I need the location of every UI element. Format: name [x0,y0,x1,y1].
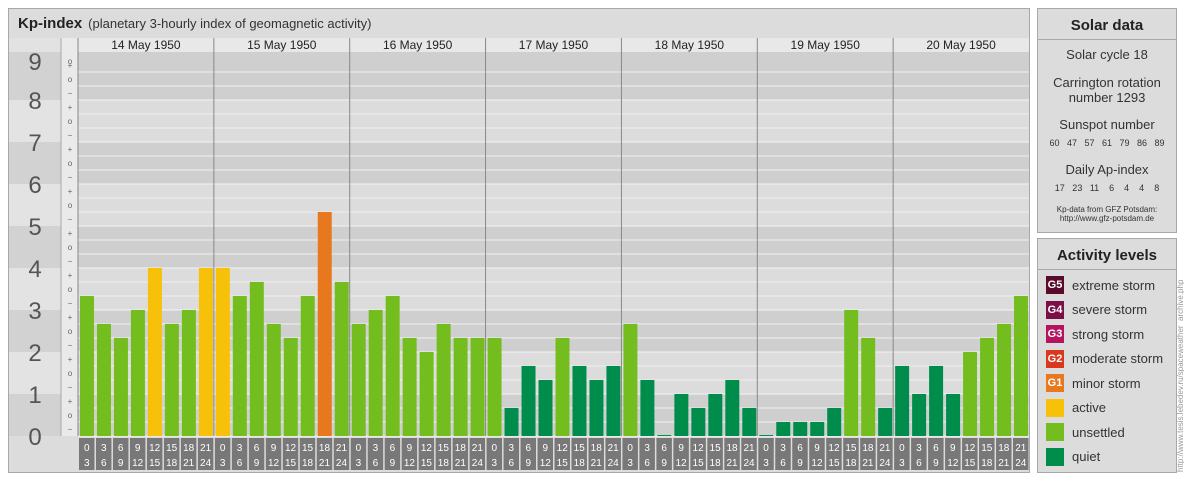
ap-index-values: 17 23 11 6 4 4 8 [1054,183,1160,193]
solar-cycle: Solar cycle 18 [1066,47,1148,62]
sunspot-values: 60 47 57 61 79 86 89 [1049,138,1165,148]
ap-index-title: Daily Ap-index [1065,162,1149,177]
activity-title-divider [1038,269,1176,270]
legend-item: G4 severe storm [1046,300,1147,320]
legend-item: G3 strong storm [1046,324,1144,344]
legend-label: extreme storm [1072,277,1156,293]
chart-subtitle: (planetary 3-hourly index of geomagnetic… [88,16,372,31]
chart-title: Kp-index (planetary 3-hourly index of geo… [18,15,371,32]
legend-swatch: G4 [1046,300,1064,319]
legend-item: unsettled [1046,422,1125,442]
chart-title-text: Kp-index [18,15,83,32]
solar-data-title: Solar data [1070,17,1144,34]
legend-swatch: G2 [1046,349,1064,368]
solar-title-divider [1038,39,1176,40]
kp-chart-panel: Kp-index (planetary 3-hourly index of geo… [8,8,1030,473]
data-source-link[interactable]: http://www.gfz-potsdam.de [1038,214,1176,224]
legend-swatch [1046,398,1064,417]
legend-item: G5 extreme storm [1046,275,1155,295]
legend-label: strong storm [1072,326,1145,342]
legend-swatch: G1 [1046,374,1064,392]
credit-url: http://www.tesis.lebedev.ru/spaceweather… [1176,279,1184,472]
legend-label: severe storm [1072,302,1148,317]
legend-swatch: G5 [1046,276,1064,294]
legend-label: active [1072,400,1106,415]
legend-item: G2 moderate storm [1046,349,1163,369]
sunspot-title: Sunspot number [1059,117,1155,132]
legend-label: unsettled [1072,424,1125,440]
legend-swatch [1046,423,1064,441]
carrington-line-1: Carrington rotation [1053,75,1161,90]
legend-label: moderate storm [1072,351,1164,366]
legend-label: quiet [1072,449,1101,464]
legend-label: minor storm [1072,375,1141,391]
carrington-line-2: number 1293 [1068,90,1146,105]
legend-swatch [1046,447,1064,466]
solar-data-panel: Solar data Solar cycle 18 Carrington rot… [1037,8,1177,233]
legend-item: quiet [1046,447,1100,467]
legend-swatch: G3 [1046,325,1064,343]
legend-item: active [1046,398,1106,418]
legend-item: G1 minor storm [1046,373,1141,393]
activity-levels-title: Activity levels [1056,247,1158,264]
activity-levels-panel: Activity levels G5 extreme storm G4 severe … [1037,238,1177,473]
